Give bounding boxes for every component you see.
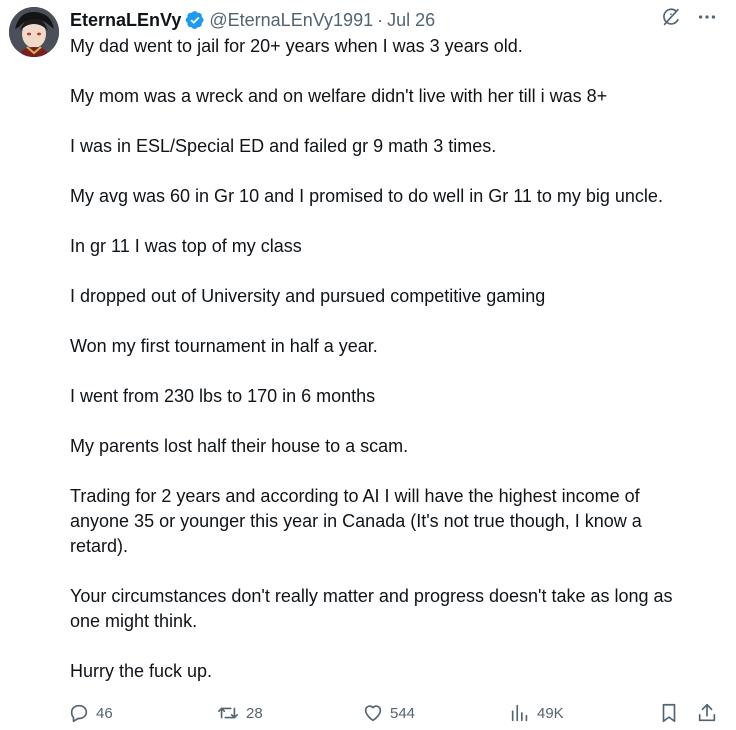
avatar[interactable] — [9, 7, 59, 57]
tweet: EternaLEnVy @EternaLEnVy1991 · Jul 26 My… — [0, 0, 736, 730]
tweet-paragraph: In gr 11 I was top of my class — [70, 236, 302, 256]
retweet-button[interactable]: 28 — [216, 700, 263, 726]
post-date[interactable]: Jul 26 — [387, 10, 435, 31]
tweet-header: EternaLEnVy @EternaLEnVy1991 · Jul 26 — [70, 8, 736, 32]
tweet-paragraph: Hurry the fuck up. — [70, 661, 213, 681]
share-button[interactable] — [696, 700, 718, 726]
views-icon — [509, 702, 531, 724]
author-handle[interactable]: @EternaLEnVy1991 — [209, 10, 373, 31]
share-icon — [696, 702, 718, 724]
tweet-paragraph: Trading for 2 years and according to AI … — [70, 486, 642, 556]
action-bar: 46 28 544 49K — [68, 700, 720, 726]
verified-badge-icon[interactable] — [185, 10, 205, 30]
header-actions — [660, 6, 718, 28]
tweet-paragraph: Won my first tournament in half a year. — [70, 336, 378, 356]
heart-icon — [362, 702, 384, 724]
grok-icon[interactable] — [660, 6, 682, 28]
separator-dot: · — [377, 9, 384, 30]
views-button[interactable]: 49K — [509, 700, 564, 726]
retweet-icon — [216, 702, 240, 724]
more-icon[interactable] — [696, 6, 718, 28]
tweet-body: My dad went to jail for 20+ years when I… — [70, 34, 722, 684]
tweet-paragraph: I dropped out of University and pursued … — [70, 286, 546, 306]
reply-count: 46 — [96, 704, 113, 722]
like-button[interactable]: 544 — [362, 700, 415, 726]
tweet-paragraph: My mom was a wreck and on welfare didn't… — [70, 86, 608, 106]
tweet-paragraph: My parents lost half their house to a sc… — [70, 436, 409, 456]
bookmark-icon — [658, 702, 680, 724]
retweet-count: 28 — [246, 704, 263, 722]
like-count: 544 — [390, 704, 416, 722]
reply-icon — [68, 702, 90, 724]
tweet-paragraph: My avg was 60 in Gr 10 and I promised to… — [70, 186, 663, 206]
reply-button[interactable]: 46 — [68, 700, 113, 726]
bookmark-button[interactable] — [658, 700, 680, 726]
tweet-paragraph: I was in ESL/Special ED and failed gr 9 … — [70, 136, 497, 156]
tweet-paragraph: Your circumstances don't really matter a… — [70, 586, 673, 631]
tweet-paragraph: My dad went to jail for 20+ years when I… — [70, 36, 523, 56]
display-name[interactable]: EternaLEnVy — [70, 10, 181, 31]
views-count: 49K — [537, 704, 564, 722]
tweet-paragraph: I went from 230 lbs to 170 in 6 months — [70, 386, 376, 406]
